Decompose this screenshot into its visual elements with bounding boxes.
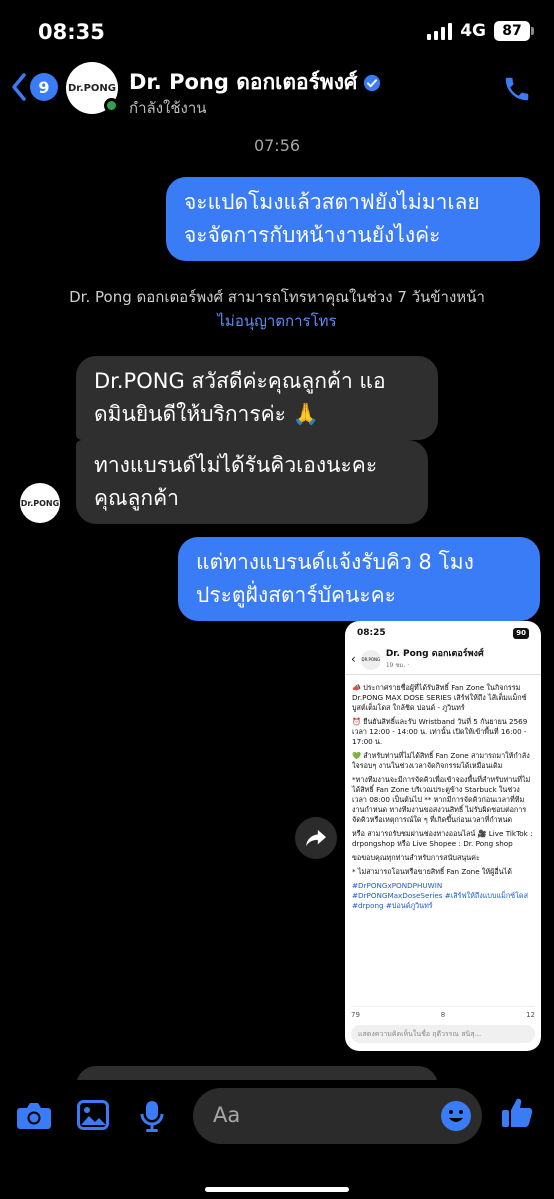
- unread-count-badge: 9: [30, 73, 58, 101]
- signal-icon: [427, 22, 453, 40]
- status-indicators: 4G 87: [427, 21, 534, 41]
- notice-text: Dr. Pong ดอกเตอร์พงศ์ สามารถโทรหาคุณในช่…: [69, 288, 485, 306]
- message-input[interactable]: Aa: [193, 1088, 482, 1144]
- message-text-line: ประตูฝั่งสตาร์บัคนะคะ: [196, 583, 396, 607]
- shot-paragraph: * ไม่สามารถโอนหรือขายสิทธิ์ Fan Zone ให้…: [352, 867, 512, 876]
- call-button[interactable]: [502, 74, 532, 108]
- message-text-line: จะจัดการกับหน้างานยังไงค่ะ: [184, 223, 441, 247]
- phone-icon: [505, 77, 529, 101]
- avatar-logo-text: Dr.PONG: [67, 82, 116, 94]
- home-indicator: [205, 1187, 349, 1192]
- verified-badge-icon: [364, 74, 381, 91]
- message-text-line: แต่ทางแบรนด์แจ้งรับคิว 8 โมง: [196, 550, 474, 574]
- shot-page-logo: DR.PONG: [360, 649, 381, 670]
- message-text-line: ทางแบรนด์ไม่ได้รันคิวเองนะคะ: [94, 453, 378, 477]
- like-button[interactable]: [500, 1096, 534, 1134]
- sender-avatar-text: Dr.PONG: [20, 498, 60, 508]
- shot-paragraph: ⏰ ยืนยันสิทธิ์และรับ Wristband วันที่ 5 …: [352, 717, 528, 746]
- online-indicator: [104, 98, 119, 113]
- contact-name[interactable]: Dr. Pong ดอกเตอร์พงศ์: [129, 66, 381, 99]
- shot-paragraph: 📣 ประกาศรายชื่อผู้ที่ได้รับสิทธิ์ Fan Zo…: [352, 683, 527, 712]
- shot-like-count: 79: [351, 1011, 360, 1019]
- shot-paragraph: 💚 สำหรับท่านที่ไม่ได้สิทธิ์ Fan Zone สาม…: [352, 751, 530, 770]
- message-input-placeholder: Aa: [213, 1103, 241, 1127]
- gallery-button[interactable]: [77, 1100, 109, 1134]
- contact-name-text: Dr. Pong ดอกเตอร์พงศ์: [129, 70, 358, 94]
- shot-paragraph: ขอขอบคุณทุกท่านสำหรับการสนับสนุนค่ะ: [352, 853, 480, 862]
- back-button[interactable]: 9: [10, 72, 58, 102]
- outgoing-message[interactable]: แต่ทางแบรนด์แจ้งรับคิว 8 โมง ประตูฝั่งสต…: [178, 537, 540, 621]
- chat-header: 9 Dr.PONG Dr. Pong ดอกเตอร์พงศ์ กำลังใช้…: [0, 60, 554, 125]
- camera-icon: [17, 1103, 51, 1129]
- network-type: 4G: [460, 21, 486, 41]
- sender-avatar[interactable]: Dr.PONG: [20, 483, 60, 523]
- image-icon: [77, 1100, 109, 1130]
- chevron-left-icon: [12, 73, 26, 101]
- message-text-line: Dr.PONG สวัสดีค่ะคุณลูกค้า แอ: [94, 369, 386, 393]
- shot-paragraph: *ทางทีมงานจะมีการจัดคิวเพื่อเข้าจองพื้นท…: [352, 775, 531, 824]
- shot-hashtags: #DrPONGxPONDPHUWIN #DrPONGMaxDoseSeries …: [352, 881, 528, 910]
- status-time: 08:35: [38, 20, 105, 44]
- shot-post-time: 19 ชม. ·: [385, 661, 410, 669]
- shot-post-header: ‹ DR.PONG Dr. Pong ดอกเตอร์พงศ์ 19 ชม. ·: [345, 645, 541, 675]
- forward-button[interactable]: [295, 817, 337, 859]
- incoming-message[interactable]: ทางแบรนด์ไม่ได้รันคิวเองนะคะ คุณลูกค้า: [76, 440, 428, 524]
- shared-screenshot-image[interactable]: 08:25 90 ‹ DR.PONG Dr. Pong ดอกเตอร์พงศ์…: [345, 621, 541, 1051]
- status-bar: 08:35 4G 87: [0, 0, 554, 60]
- message-composer: Aa: [0, 1080, 554, 1199]
- shot-comment-count: 8: [440, 1011, 446, 1019]
- incoming-message[interactable]: Dr.PONG สวัสดีค่ะคุณลูกค้า แอ ดมินยินดีใ…: [76, 356, 438, 440]
- microphone-icon: [140, 1101, 164, 1132]
- call-permission-notice: Dr. Pong ดอกเตอร์พงศ์ สามารถโทรหาคุณในช่…: [0, 285, 554, 333]
- smiley-icon: [441, 1101, 471, 1131]
- shot-reactions-bar: 79 8 12: [351, 1006, 535, 1021]
- avatar[interactable]: Dr.PONG: [66, 62, 119, 114]
- emoji-button[interactable]: [440, 1100, 472, 1136]
- message-timestamp: 07:56: [253, 136, 301, 155]
- shot-back-icon: ‹: [351, 652, 356, 666]
- shot-share-count: 12: [526, 1011, 535, 1019]
- shot-time: 08:25: [357, 627, 386, 638]
- active-status: กำลังใช้งาน: [129, 99, 207, 117]
- shot-paragraph: หรือ สามารถรับชมผ่านช่องทางออนไลน์ 🎥 Liv…: [352, 829, 533, 848]
- battery-icon: 87: [494, 21, 534, 41]
- message-text-line: ดมินยินดีให้บริการค่ะ 🙏: [94, 402, 319, 426]
- share-arrow-icon: [306, 829, 326, 847]
- message-text-line: คุณลูกค้า: [94, 486, 179, 510]
- camera-button[interactable]: [16, 1100, 52, 1134]
- voice-button[interactable]: [140, 1100, 164, 1136]
- outgoing-message[interactable]: จะแปดโมงแล้วสตาฟยังไม่มาเลย จะจัดการกับห…: [166, 177, 540, 261]
- shot-battery: 90: [513, 627, 529, 639]
- thumbs-up-icon: [502, 1098, 533, 1127]
- message-text-line: จะแปดโมงแล้วสตาฟยังไม่มาเลย: [184, 190, 480, 214]
- shot-page-name: Dr. Pong ดอกเตอร์พงศ์: [385, 648, 484, 659]
- shot-comment-box: แสดงความคิดเห็นในชื่อ ฤดีวรรณ สนิสุ...: [351, 1025, 535, 1043]
- shot-status-bar: 08:25 90: [345, 621, 541, 645]
- disallow-calls-link[interactable]: ไม่อนุญาตการโทร: [0, 309, 554, 333]
- shot-post-body: 📣 ประกาศรายชื่อผู้ที่ได้รับสิทธิ์ Fan Zo…: [345, 675, 541, 923]
